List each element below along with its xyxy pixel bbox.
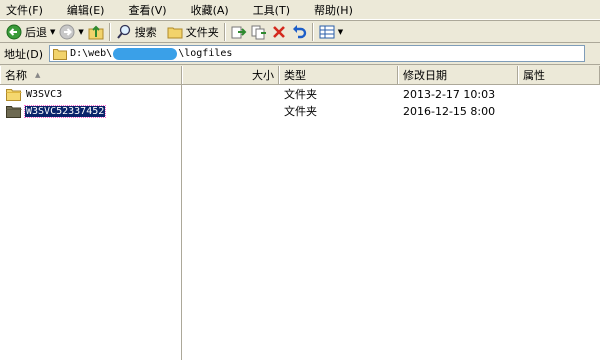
forward-arrow-icon <box>59 24 75 40</box>
address-input[interactable]: D:\web\ \logfiles <box>49 45 586 62</box>
folder-icon <box>6 88 22 101</box>
address-path-suffix: \logfiles <box>178 48 233 59</box>
column-header-size[interactable]: 大小 <box>182 66 279 84</box>
file-name: W3SVC52337452 <box>23 104 107 118</box>
move-to-icon <box>231 24 247 40</box>
column-header-attributes[interactable]: 属性 <box>518 66 600 84</box>
copy-to-icon <box>251 24 267 40</box>
toolbar-separator <box>108 22 111 41</box>
menu-bar: 文件(F) 编辑(E) 查看(V) 收藏(A) 工具(T) 帮助(H) <box>0 0 600 20</box>
address-label: 地址(D) <box>4 47 44 61</box>
column-header-type[interactable]: 类型 <box>279 66 398 84</box>
column-type-label: 类型 <box>284 69 306 82</box>
back-button[interactable]: 后退 ▼ <box>4 22 57 42</box>
menu-file[interactable]: 文件(F) <box>6 2 43 18</box>
folder-up-icon <box>88 24 104 40</box>
list-item[interactable]: W3SVC52337452 文件夹 2016-12-15 8:00 <box>0 103 600 119</box>
sort-ascending-icon: ▲ <box>35 71 41 79</box>
search-icon <box>116 24 132 40</box>
back-dropdown-icon[interactable]: ▼ <box>50 28 55 36</box>
list-item[interactable]: W3SVC3 文件夹 2013-2-17 10:03 <box>0 86 600 102</box>
copy-to-button[interactable] <box>249 22 269 42</box>
views-dropdown-icon[interactable]: ▼ <box>338 28 343 36</box>
delete-button[interactable] <box>269 22 289 42</box>
toolbar-separator <box>223 22 226 41</box>
file-name-cell: W3SVC3 <box>6 88 63 101</box>
back-arrow-icon <box>6 24 22 40</box>
menu-view[interactable]: 查看(V) <box>128 2 166 18</box>
menu-tools[interactable]: 工具(T) <box>253 2 290 18</box>
delete-x-icon <box>271 24 287 40</box>
file-type: 文件夹 <box>284 88 317 101</box>
column-attributes-label: 属性 <box>523 69 545 82</box>
column-header-row: 名称 ▲ 大小 类型 修改日期 属性 <box>0 66 600 85</box>
address-path: D:\web\ \logfiles <box>70 47 233 60</box>
undo-icon <box>291 24 307 40</box>
toolbar-separator <box>311 22 314 41</box>
folders-label: 文件夹 <box>185 25 219 39</box>
file-modified: 2013-2-17 10:03 <box>403 87 496 101</box>
menu-favorites[interactable]: 收藏(A) <box>191 2 229 18</box>
file-modified: 2016-12-15 8:00 <box>403 104 496 118</box>
folder-icon <box>167 24 183 40</box>
folders-button[interactable]: 文件夹 <box>165 22 221 42</box>
forward-dropdown-icon[interactable]: ▼ <box>78 28 83 36</box>
menu-edit[interactable]: 编辑(E) <box>67 2 105 18</box>
back-label: 后退 <box>25 25 47 39</box>
forward-button[interactable]: ▼ <box>57 22 85 42</box>
file-name: W3SVC3 <box>26 88 63 100</box>
search-button[interactable]: 搜索 <box>114 22 159 42</box>
folder-icon <box>53 48 68 60</box>
column-header-name[interactable]: 名称 ▲ <box>0 66 182 84</box>
menu-help[interactable]: 帮助(H) <box>314 2 353 18</box>
redacted-path-segment <box>113 47 178 60</box>
views-grid-icon <box>319 24 335 40</box>
file-name-cell: W3SVC52337452 <box>6 104 107 118</box>
search-label: 搜索 <box>134 25 157 39</box>
column-header-modified[interactable]: 修改日期 <box>398 66 518 84</box>
move-to-button[interactable] <box>229 22 249 42</box>
up-button[interactable] <box>86 22 106 42</box>
address-path-prefix: D:\web\ <box>70 48 113 59</box>
column-name-label: 名称 <box>5 69 27 82</box>
column-divider <box>181 84 182 360</box>
undo-button[interactable] <box>289 22 309 42</box>
file-type: 文件夹 <box>284 105 317 118</box>
toolbar: 后退 ▼ ▼ 搜索 文件夹 ▼ <box>0 20 600 43</box>
column-modified-label: 修改日期 <box>403 69 447 82</box>
address-bar: 地址(D) D:\web\ \logfiles <box>0 43 600 65</box>
views-button[interactable]: ▼ <box>317 22 345 42</box>
file-list-view[interactable]: 名称 ▲ 大小 类型 修改日期 属性 W3SVC3 文件夹 2013-2-17 … <box>0 66 600 360</box>
folder-icon <box>6 105 22 118</box>
column-size-label: 大小 <box>252 69 274 82</box>
